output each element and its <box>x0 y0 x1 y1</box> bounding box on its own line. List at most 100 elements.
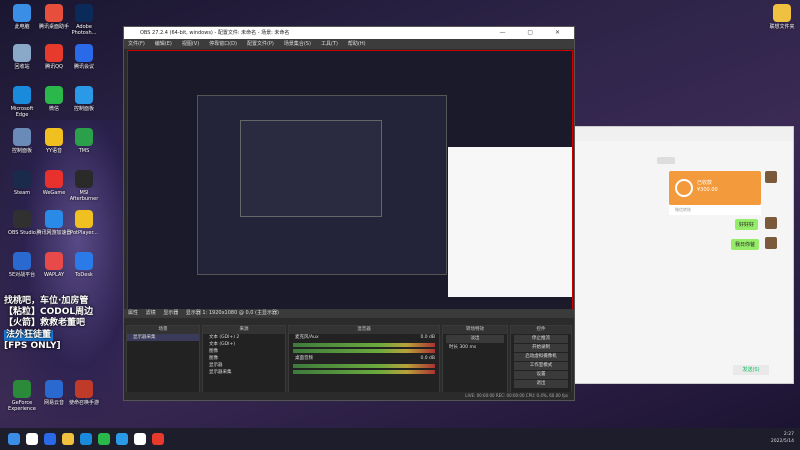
obs-title: OBS 27.2.4 (64-bit, windows) - 配置文件: 未命名… <box>140 30 290 36</box>
app-icon <box>45 44 63 62</box>
desktop-icon[interactable]: ToDesk <box>66 252 102 278</box>
nested-preview-2 <box>240 120 382 217</box>
desktop-icon[interactable]: Microsoft Edge <box>4 86 40 118</box>
desktop-icon-label: Microsoft Edge <box>10 106 34 118</box>
source-item[interactable]: 显示器采集 <box>203 369 285 376</box>
desktop-icon-label: 腾讯会议 <box>73 64 94 70</box>
desktop-icon-label: MSI Afterburner <box>69 190 99 202</box>
menu-item[interactable]: 配置文件(P) <box>247 41 274 47</box>
sources-panel: 来源 文本 (GDI+) 2 文本 (GDI+) 图像 图像 显示器 显示器采集 <box>202 325 286 393</box>
mixer-track: 麦克风/Aux 0.0 dB <box>295 335 435 340</box>
transfer-title: 已收款 <box>697 180 713 186</box>
desktop-icon-label: 使命召唤手游 <box>68 400 99 406</box>
desktop-icon[interactable]: 使命召唤手游 <box>66 380 102 406</box>
avatar <box>765 217 777 229</box>
sources-header: 来源 <box>203 326 285 334</box>
app-icon <box>45 380 63 398</box>
audio-meter <box>293 370 435 374</box>
transfer-amount: ¥300.00 <box>697 187 718 193</box>
mixer-panel: 混音器 麦克风/Aux 0.0 dB 桌面音频 0.0 dB <box>288 325 440 393</box>
nested-preview <box>197 95 447 275</box>
sources-list: 文本 (GDI+) 2 文本 (GDI+) 图像 图像 显示器 显示器采集 <box>203 334 285 376</box>
app-icon <box>13 210 31 228</box>
source-item[interactable]: 图像 <box>203 348 285 355</box>
control-button[interactable]: 停止推流 <box>514 335 568 343</box>
transfer-card[interactable]: 已收款 ¥300.00 <box>669 171 761 205</box>
wechat-window: 已收款 ¥300.00 微信转账 好好好 我日你爸 发送(S) <box>570 126 794 384</box>
overlay-highlight: 法外狂徒董 <box>4 330 54 341</box>
desktop-icon[interactable]: 回收站 <box>4 44 40 70</box>
scene-item[interactable]: 显示器采集 <box>127 334 199 341</box>
desktop-icon-label: GeForce Experience <box>8 400 36 412</box>
taskbar-app-icon[interactable] <box>116 433 128 445</box>
app-icon <box>75 4 93 22</box>
menu-item[interactable]: 文件(F) <box>128 41 145 47</box>
desktop-icon[interactable]: 控制面板 <box>66 86 102 112</box>
menu-item[interactable]: 场景集合(S) <box>284 41 311 47</box>
source-item[interactable]: 文本 (GDI+) 2 <box>203 334 285 341</box>
taskbar-app-icon[interactable] <box>98 433 110 445</box>
chat-titlebar <box>571 127 793 141</box>
app-icon <box>75 86 93 104</box>
control-button[interactable]: 退出 <box>514 380 568 388</box>
taskbar-app-icon[interactable] <box>26 433 38 445</box>
menu-item[interactable]: 视图(V) <box>182 41 199 47</box>
display-select[interactable]: 显示器 1: 1920x1080 @ 0,0 (主显示器) <box>186 310 279 316</box>
desktop-icon[interactable]: 5E对战平台 <box>4 252 40 278</box>
desktop-icon[interactable]: 联想文件夹 <box>764 4 800 30</box>
menu-item[interactable]: 停靠窗口(D) <box>209 41 237 47</box>
desktop-icon[interactable]: Adobe Photosh... <box>66 4 102 36</box>
desktop-icon[interactable]: PotPlayer... <box>66 210 102 236</box>
taskbar-app-icon[interactable] <box>44 433 56 445</box>
desktop-icon[interactable]: MSI Afterburner <box>66 170 102 202</box>
menu-item[interactable]: 帮助(H) <box>348 41 366 47</box>
source-item[interactable]: 文本 (GDI+) <box>203 341 285 348</box>
window-controls[interactable]: — ▢ ✕ <box>499 27 570 39</box>
menu-item[interactable]: 编辑(E) <box>155 41 172 47</box>
mixer-track: 桌面音频 0.0 dB <box>295 356 435 361</box>
system-tray-clock[interactable]: 2:27 2022/5/14 <box>771 431 794 445</box>
menu-item[interactable]: 工具(T) <box>321 41 338 47</box>
app-icon <box>45 4 63 22</box>
overlay-line: 【火箭】救救老董吧 <box>4 318 86 328</box>
control-button[interactable]: 启动虚拟摄像机 <box>514 353 568 361</box>
control-button[interactable]: 开始录制 <box>514 344 568 352</box>
taskbar-app-icon[interactable] <box>152 433 164 445</box>
control-button[interactable]: 工作室模式 <box>514 362 568 370</box>
chat-bubble: 好好好 <box>735 219 759 230</box>
obs-dock: 属性 滤镜 显示器 显示器 1: 1920x1080 @ 0,0 (主显示器) … <box>124 309 574 400</box>
transitions-header: 转场特效 <box>443 326 507 334</box>
desktop-icon[interactable]: 腾讯会议 <box>66 44 102 70</box>
avatar <box>765 237 777 249</box>
app-icon <box>45 86 63 104</box>
desktop-icon[interactable]: GeForce Experience <box>4 380 40 412</box>
desktop-icon[interactable]: Steam <box>4 170 40 196</box>
taskbar-app-icon[interactable] <box>80 433 92 445</box>
desktop-icon[interactable]: 控制面板 <box>4 128 40 154</box>
filters-button[interactable]: 滤镜 <box>146 310 156 316</box>
taskbar-app-icon[interactable] <box>8 433 20 445</box>
transition-duration[interactable]: 时长 300 ms <box>443 344 507 351</box>
properties-button[interactable]: 属性 <box>128 310 138 316</box>
desktop-icon[interactable]: TMS <box>66 128 102 154</box>
taskbar-app-icon[interactable] <box>62 433 74 445</box>
taskbar-app-icon[interactable] <box>134 433 146 445</box>
transitions-panel: 转场特效 淡出 时长 300 ms <box>442 325 508 393</box>
desktop-icon[interactable]: OBS Studio <box>4 210 40 236</box>
avatar <box>765 171 777 183</box>
control-button[interactable]: 设置 <box>514 371 568 379</box>
app-icon <box>45 170 63 188</box>
obs-statusbar: LIVE: 00:00:00 REC: 00:00:00 CPU: 0.4%, … <box>124 392 574 400</box>
desktop-icon[interactable]: 此电脑 <box>4 4 40 30</box>
chat-timestamp <box>657 157 675 164</box>
source-item[interactable]: 显示器 <box>203 362 285 369</box>
obs-preview[interactable] <box>127 50 573 330</box>
send-button[interactable]: 发送(S) <box>733 365 769 375</box>
overlay-suffix: [FPS ONLY] <box>4 341 61 351</box>
desktop-icon-label: 此电脑 <box>14 24 30 30</box>
transition-select[interactable]: 淡出 <box>446 335 504 343</box>
app-icon <box>13 380 31 398</box>
source-item[interactable]: 图像 <box>203 355 285 362</box>
taskbar: 2:27 2022/5/14 <box>0 428 800 450</box>
app-icon <box>75 210 93 228</box>
